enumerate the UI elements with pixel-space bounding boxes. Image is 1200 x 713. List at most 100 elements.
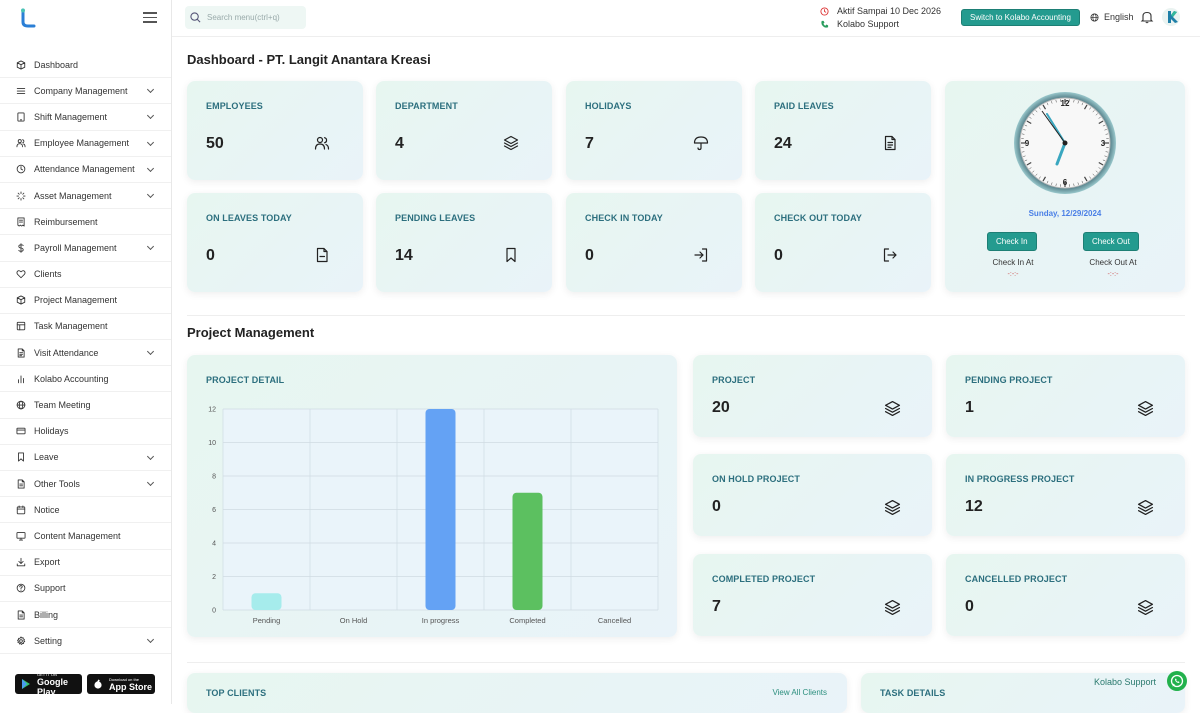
project-card-project[interactable]: PROJECT20: [693, 355, 932, 437]
project-stat-value: 7: [712, 598, 721, 616]
loader-icon: [16, 191, 26, 201]
sidebar-item-employee-management[interactable]: Employee Management: [0, 131, 171, 157]
stat-value: 7: [585, 135, 594, 153]
stat-value: 50: [206, 135, 224, 153]
section-divider: [187, 315, 1185, 316]
bar-pending[interactable]: [252, 593, 282, 610]
check-out-label: Check Out At: [1073, 258, 1153, 267]
project-card-completed-project[interactable]: COMPLETED PROJECT7: [693, 554, 932, 636]
sidebar-item-payroll-management[interactable]: Payroll Management: [0, 235, 171, 261]
search-icon: [190, 12, 201, 23]
app-store-badge[interactable]: Download on the App Store: [87, 674, 155, 694]
chevron-down-icon[interactable]: [147, 479, 154, 486]
app-logo[interactable]: [18, 8, 38, 28]
chevron-down-icon[interactable]: [147, 243, 154, 250]
chevron-down-icon[interactable]: [147, 348, 154, 355]
stat-card-holidays[interactable]: HOLIDAYS7: [566, 81, 742, 180]
stat-card-check-in-today[interactable]: CHECK IN TODAY0: [566, 193, 742, 292]
chevron-down-icon[interactable]: [147, 86, 154, 93]
stat-value: 0: [774, 247, 783, 265]
stat-card-paid-leaves[interactable]: PAID LEAVES24: [755, 81, 931, 180]
x-tick-label: Pending: [253, 616, 281, 625]
file-minus-icon: [314, 247, 330, 263]
stat-value: 0: [206, 247, 215, 265]
stat-value: 14: [395, 247, 413, 265]
box-icon: [16, 295, 26, 305]
bell-icon[interactable]: [1140, 10, 1154, 24]
chevron-down-icon[interactable]: [147, 191, 154, 198]
monitor-icon: [16, 531, 26, 541]
sidebar-item-billing[interactable]: Billing: [0, 602, 171, 628]
sidebar-item-kolabo-accounting[interactable]: Kolabo Accounting: [0, 366, 171, 392]
stat-card-employees[interactable]: EMPLOYEES50: [187, 81, 363, 180]
stat-label: CHECK IN TODAY: [585, 213, 663, 223]
sidebar-item-reimbursement[interactable]: Reimbursement: [0, 209, 171, 235]
sidebar-item-holidays[interactable]: Holidays: [0, 419, 171, 445]
y-tick-label: 12: [208, 407, 216, 414]
chevron-down-icon[interactable]: [147, 165, 154, 172]
language-selector[interactable]: English: [1090, 12, 1134, 22]
stat-card-on-leaves-today[interactable]: ON LEAVES TODAY0: [187, 193, 363, 292]
search-box[interactable]: [185, 6, 306, 29]
sidebar-item-content-management[interactable]: Content Management: [0, 523, 171, 549]
sidebar-item-label: Notice: [34, 505, 60, 515]
sidebar-item-setting[interactable]: Setting: [0, 628, 171, 654]
stat-card-pending-leaves[interactable]: PENDING LEAVES14: [376, 193, 552, 292]
project-card-cancelled-project[interactable]: CANCELLED PROJECT0: [946, 554, 1185, 636]
sidebar-item-shift-management[interactable]: Shift Management: [0, 104, 171, 130]
language-label: English: [1104, 12, 1134, 22]
chevron-down-icon[interactable]: [147, 139, 154, 146]
project-card-in-progress-project[interactable]: IN PROGRESS PROJECT12: [946, 454, 1185, 536]
user-avatar[interactable]: [1162, 8, 1180, 26]
sidebar-item-label: Support: [34, 583, 66, 593]
y-tick-label: 4: [212, 541, 216, 548]
sidebar-item-team-meeting[interactable]: Team Meeting: [0, 392, 171, 418]
google-play-big: Google Play: [37, 677, 82, 697]
whatsapp-button[interactable]: [1167, 671, 1187, 691]
umbrella-icon: [693, 135, 709, 151]
app-store-big: App Store: [109, 682, 155, 692]
sidebar-item-asset-management[interactable]: Asset Management: [0, 183, 171, 209]
check-in-button[interactable]: Check In: [987, 232, 1037, 251]
sidebar-item-dashboard[interactable]: Dashboard: [0, 52, 171, 78]
bar-in-progress[interactable]: [426, 409, 456, 610]
stat-card-department[interactable]: DEPARTMENT4: [376, 81, 552, 180]
support-contact[interactable]: Kolabo Support: [820, 19, 899, 29]
sidebar-item-task-management[interactable]: Task Management: [0, 314, 171, 340]
sidebar-item-support[interactable]: Support: [0, 576, 171, 602]
chevron-down-icon[interactable]: [147, 453, 154, 460]
sidebar-item-label: Export: [34, 557, 60, 567]
clock-card: 12 3 6 9 Sunday, 12/29/2024 Check In Che…: [945, 81, 1185, 292]
whatsapp-support-label[interactable]: Kolabo Support: [1094, 677, 1156, 687]
chevron-down-icon[interactable]: [147, 112, 154, 119]
layers-icon: [1137, 599, 1153, 615]
menu-toggle-icon[interactable]: [143, 12, 157, 24]
chevron-down-icon[interactable]: [147, 636, 154, 643]
sidebar-item-export[interactable]: Export: [0, 550, 171, 576]
sidebar-item-attendance-management[interactable]: Attendance Management: [0, 157, 171, 183]
switch-accounting-button[interactable]: Switch to Kolabo Accounting: [961, 9, 1080, 26]
project-stat-value: 12: [965, 498, 983, 516]
view-all-clients-link[interactable]: View All Clients: [772, 688, 827, 697]
clock-numeral-3: 3: [1101, 139, 1106, 148]
stat-card-check-out-today[interactable]: CHECK OUT TODAY0: [755, 193, 931, 292]
project-stat-label: PROJECT: [712, 375, 755, 385]
check-out-button[interactable]: Check Out: [1083, 232, 1139, 251]
y-tick-label: 6: [212, 507, 216, 514]
google-play-badge[interactable]: GET IT ON Google Play: [15, 674, 82, 694]
sidebar-item-notice[interactable]: Notice: [0, 497, 171, 523]
sidebar-item-label: Visit Attendance: [34, 348, 98, 358]
sidebar-item-company-management[interactable]: Company Management: [0, 78, 171, 104]
sidebar-item-visit-attendance[interactable]: Visit Attendance: [0, 340, 171, 366]
project-card-on-hold-project[interactable]: ON HOLD PROJECT0: [693, 454, 932, 536]
project-card-pending-project[interactable]: PENDING PROJECT1: [946, 355, 1185, 437]
project-stat-label: PENDING PROJECT: [965, 375, 1053, 385]
sidebar-item-project-management[interactable]: Project Management: [0, 288, 171, 314]
sidebar-item-label: Task Management: [34, 321, 108, 331]
sidebar-item-other-tools[interactable]: Other Tools: [0, 471, 171, 497]
sidebar-item-clients[interactable]: Clients: [0, 262, 171, 288]
bar-completed[interactable]: [513, 493, 543, 610]
play-store-icon: [21, 679, 31, 689]
sidebar-item-leave[interactable]: Leave: [0, 445, 171, 471]
search-input[interactable]: [207, 13, 302, 22]
